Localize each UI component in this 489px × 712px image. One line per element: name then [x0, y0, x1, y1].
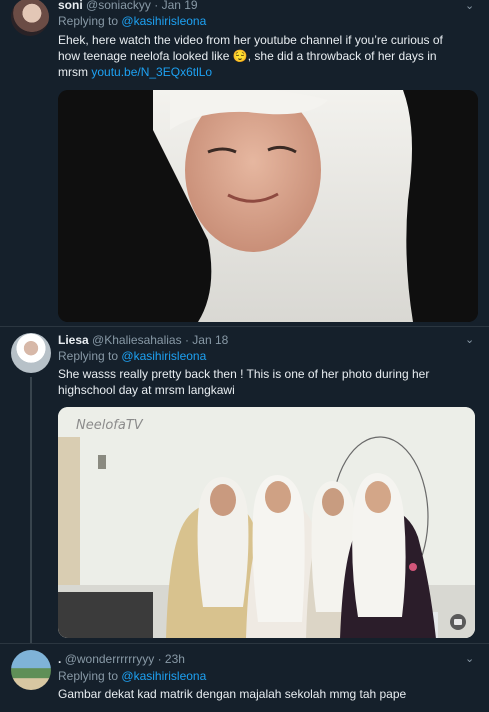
display-name[interactable]: . [58, 652, 61, 666]
mention-link[interactable]: @kasihirisleona [121, 669, 206, 683]
tweet-text-line: how teenage neelofa looked like 😌, she d… [58, 48, 483, 64]
photo-group: NeelofaTV [58, 407, 475, 638]
dot-separator: · [157, 652, 162, 666]
replying-to: Replying to @kasihirisleona [58, 14, 206, 28]
photo-watermark: NeelofaTV [76, 418, 144, 433]
avatar[interactable] [11, 650, 51, 690]
tweet-text-line: Ehek, here watch the video from her yout… [58, 33, 443, 47]
mention-link[interactable]: @kasihirisleona [121, 349, 206, 363]
tweet-date[interactable]: 23h [165, 652, 185, 666]
mention-link[interactable]: @kasihirisleona [121, 14, 206, 28]
tweet-date[interactable]: Jan 18 [192, 333, 228, 347]
replying-to: Replying to @kasihirisleona [58, 349, 206, 363]
tweet-photo[interactable]: NeelofaTV [58, 407, 475, 638]
tweet-wonder[interactable]: . @wonderrrrrryyy · 23h ⌄ Replying to @k… [0, 644, 489, 712]
thread-line [30, 377, 32, 643]
user-handle[interactable]: @wonderrrrrryyy [65, 652, 155, 666]
display-name[interactable]: soni [58, 0, 83, 12]
tweet-text-line: highschool day at mrsm langkawi [58, 383, 235, 397]
dot-separator: · [154, 0, 159, 12]
tweet-photo[interactable] [58, 90, 478, 322]
tweet-text: She wasss really pretty back then ! This… [58, 366, 483, 398]
chevron-down-icon[interactable]: ⌄ [465, 333, 474, 346]
tweet-soni[interactable]: soni @soniackyy · Jan 19 ⌄ Replying to @… [0, 0, 489, 326]
tweet-liesa[interactable]: Liesa @Khaliesahalias · Jan 18 ⌄ Replyin… [0, 327, 489, 643]
tweet-header: . @wonderrrrrryyy · 23h [58, 652, 185, 666]
tweet-text-span: mrsm [58, 65, 88, 79]
display-name[interactable]: Liesa [58, 333, 89, 347]
replying-to-label: Replying to [58, 349, 119, 363]
tweet-header: soni @soniackyy · Jan 19 [58, 0, 198, 12]
dot-separator: · [184, 333, 189, 347]
emoji: 😌 [232, 49, 248, 63]
replying-to: Replying to @kasihirisleona [58, 669, 206, 683]
tweet-text-line: mrsm youtu.be/N_3EQx6tlLo [58, 64, 483, 80]
tweet-text: Ehek, here watch the video from her yout… [58, 32, 483, 80]
avatar[interactable] [11, 0, 49, 36]
tweet-header: Liesa @Khaliesahalias · Jan 18 [58, 333, 228, 347]
tweet-text: Gambar dekat kad matrik dengan majalah s… [58, 686, 483, 702]
photo-portrait [58, 90, 478, 322]
replying-to-label: Replying to [58, 14, 119, 28]
avatar[interactable] [11, 333, 51, 373]
user-handle[interactable]: @Khaliesahalias [92, 333, 182, 347]
tweet-text-line: She wasss really pretty back then ! This… [58, 367, 430, 381]
tweet-text-line: Gambar dekat kad matrik dengan majalah s… [58, 687, 407, 701]
tweet-text-span: how teenage neelofa looked like [58, 49, 230, 63]
replying-to-label: Replying to [58, 669, 119, 683]
user-handle[interactable]: @soniackyy [86, 0, 151, 12]
chevron-down-icon[interactable]: ⌄ [465, 652, 474, 665]
youtube-link[interactable]: youtu.be/N_3EQx6tlLo [91, 65, 212, 79]
chevron-down-icon[interactable]: ⌄ [465, 0, 474, 12]
tweet-date[interactable]: Jan 19 [162, 0, 198, 12]
tweet-text-span: , she did a throwback of her days in [247, 49, 437, 63]
